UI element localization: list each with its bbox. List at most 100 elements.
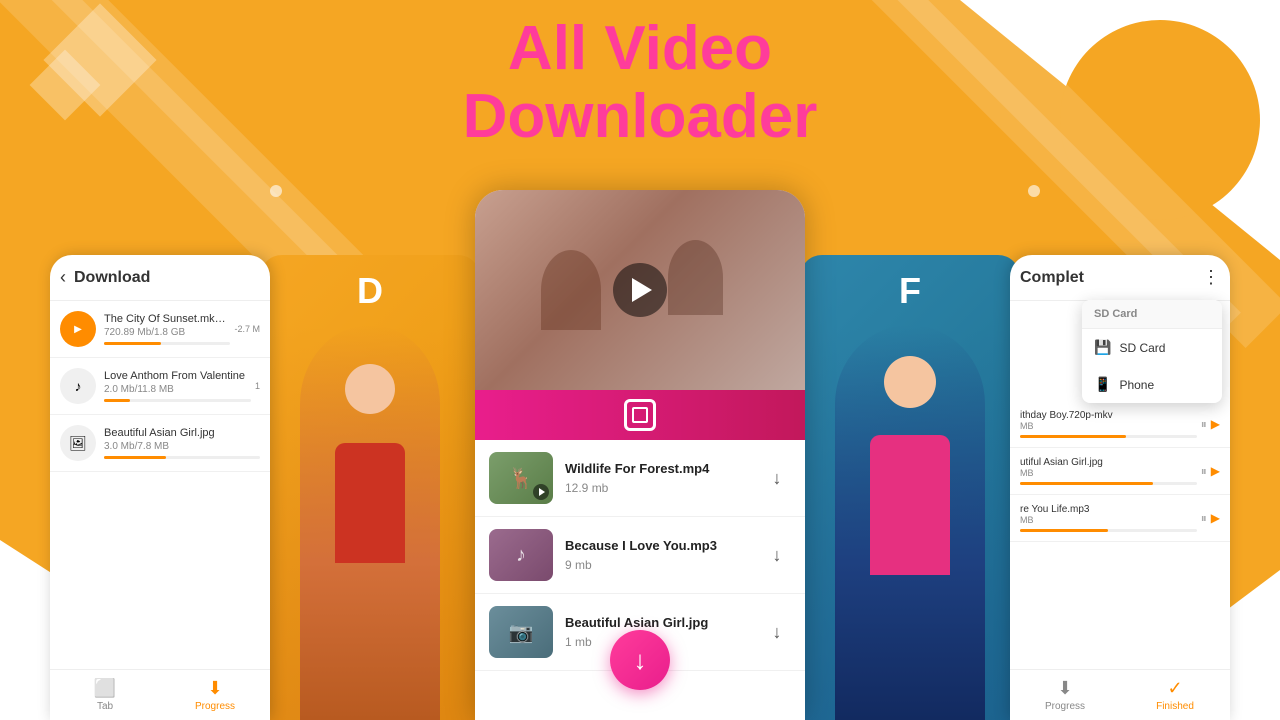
pink-url-bar[interactable] xyxy=(475,390,805,440)
nav-tab-label: Tab xyxy=(97,701,113,712)
phone-icon: 📱 xyxy=(1094,376,1111,393)
back-button[interactable]: ‹ xyxy=(60,267,66,288)
item-1-speed: -2.7 M xyxy=(234,324,260,334)
center-item-2-download[interactable]: ↓ xyxy=(763,541,791,569)
play-btn-1[interactable]: ▶ xyxy=(1211,417,1220,432)
play-btn-3[interactable]: ▶ xyxy=(1211,511,1220,526)
panel-letter-d: D xyxy=(260,255,480,720)
item-3-info: Beautiful Asian Girl.jpg 3.0 Mb/7.8 MB xyxy=(104,427,260,459)
play-triangle-icon xyxy=(632,278,652,302)
item-2-name: Love Anthom From Valentine xyxy=(104,370,251,382)
item-2-speed: 1 xyxy=(255,381,260,391)
sd-card-option[interactable]: 💾 SD Card xyxy=(1082,329,1222,366)
right-item-2-info: utiful Asian Girl.jpg MB xyxy=(1020,457,1197,485)
item-1-info: The City Of Sunset.mkv-1080p 720.89 Mb/1… xyxy=(104,313,230,345)
center-item-1[interactable]: 🦌 Wildlife For Forest.mp4 12.9 mb ↓ xyxy=(475,440,805,517)
right-item-2-name: utiful Asian Girl.jpg xyxy=(1020,457,1197,468)
right-bottom-nav: ⬇ Progress ✓ Finished xyxy=(1010,669,1230,720)
right-finished-label: Finished xyxy=(1156,701,1194,712)
floating-download-button[interactable]: ↓ xyxy=(610,630,670,690)
video-play-icon: ▶ xyxy=(60,311,96,347)
center-thumb-3: 📷 xyxy=(489,606,553,658)
small-play-icon xyxy=(533,484,549,500)
pause-btn-2[interactable]: ⏸ xyxy=(1201,464,1207,479)
right-item-2-progress-bg xyxy=(1020,482,1197,485)
item-1-progress-bg xyxy=(104,342,230,345)
right-item-1-progress-fill xyxy=(1020,435,1126,438)
phone-left-download: ‹ Download ▶ The City Of Sunset.mkv-1080… xyxy=(50,255,270,720)
nav-progress[interactable]: ⬇ Progress xyxy=(160,670,270,720)
video-thumb-icon: 🦌 xyxy=(509,466,534,491)
item-2-info: Love Anthom From Valentine 2.0 Mb/11.8 M… xyxy=(104,370,251,402)
download-header: ‹ Download xyxy=(50,255,270,301)
right-item-1-progress-bg xyxy=(1020,435,1197,438)
right-item-1[interactable]: ithday Boy.720p-mkv MB ⏸ ▶ xyxy=(1010,401,1230,448)
play-btn-2[interactable]: ▶ xyxy=(1211,464,1220,479)
item-2-progress-bg xyxy=(104,399,251,402)
right-nav-progress[interactable]: ⬇ Progress xyxy=(1010,670,1120,720)
completed-title: Complet xyxy=(1020,269,1202,287)
right-item-3-info: re You Life.mp3 MB xyxy=(1020,504,1197,532)
item-1-name: The City Of Sunset.mkv-1080p xyxy=(104,313,230,325)
right-progress-label: Progress xyxy=(1045,701,1085,712)
center-thumb-1: 🦌 xyxy=(489,452,553,504)
download-title: Download xyxy=(74,269,260,287)
center-item-2-size: 9 mb xyxy=(565,558,763,572)
center-item-1-info: Wildlife For Forest.mp4 12.9 mb xyxy=(565,461,763,495)
right-item-3-progress-fill xyxy=(1020,529,1108,532)
right-item-2-progress-fill xyxy=(1020,482,1153,485)
menu-dots-button[interactable]: ⋮ xyxy=(1202,267,1220,288)
item-1-size: 720.89 Mb/1.8 GB xyxy=(104,327,230,338)
right-item-1-info: ithday Boy.720p-mkv MB xyxy=(1020,410,1197,438)
center-item-1-size: 12.9 mb xyxy=(565,481,763,495)
download-item-2[interactable]: ♪ Love Anthom From Valentine 2.0 Mb/11.8… xyxy=(50,358,270,415)
right-nav-finished[interactable]: ✓ Finished xyxy=(1120,670,1230,720)
download-item-3[interactable]: 🖼 Beautiful Asian Girl.jpg 3.0 Mb/7.8 MB xyxy=(50,415,270,472)
item-2-size: 2.0 Mb/11.8 MB xyxy=(104,384,251,395)
right-item-3[interactable]: re You Life.mp3 MB ⏸ ▶ xyxy=(1010,495,1230,542)
item-3-progress-fill xyxy=(104,456,166,459)
right-item-3-name: re You Life.mp3 xyxy=(1020,504,1197,515)
nav-progress-label: Progress xyxy=(195,701,235,712)
pause-btn-3[interactable]: ⏸ xyxy=(1201,511,1207,526)
sd-card-dropdown: SD Card 💾 SD Card 📱 Phone xyxy=(1082,300,1222,403)
item-1-progress-fill xyxy=(104,342,161,345)
url-icon-inner xyxy=(632,407,648,423)
nav-tab[interactable]: ⬜ Tab xyxy=(50,670,160,720)
video-placeholder xyxy=(475,190,805,390)
progress-icon: ⬇ xyxy=(207,678,222,699)
right-item-1-controls: ⏸ ▶ xyxy=(1201,417,1220,432)
panel-letter-f: F xyxy=(800,255,1020,720)
sd-dropdown-header: SD Card xyxy=(1082,300,1222,329)
phone-option[interactable]: 📱 Phone xyxy=(1082,366,1222,403)
center-item-2[interactable]: ♪ Because I Love You.mp3 9 mb ↓ xyxy=(475,517,805,594)
left-bottom-nav: ⬜ Tab ⬇ Progress xyxy=(50,669,270,720)
title-line2: Downloader xyxy=(0,83,1280,151)
sd-card-label: SD Card xyxy=(1119,341,1165,355)
right-item-3-progress-bg xyxy=(1020,529,1197,532)
right-item-3-controls: ⏸ ▶ xyxy=(1201,511,1220,526)
center-item-2-info: Because I Love You.mp3 9 mb xyxy=(565,538,763,572)
play-button[interactable] xyxy=(613,263,667,317)
right-progress-icon: ⬇ xyxy=(1057,678,1072,699)
url-bar-icon xyxy=(624,399,656,431)
center-item-3-download[interactable]: ↓ xyxy=(763,618,791,646)
right-item-1-size: MB xyxy=(1020,421,1197,431)
item-3-progress-bg xyxy=(104,456,260,459)
download-item-1[interactable]: ▶ The City Of Sunset.mkv-1080p 720.89 Mb… xyxy=(50,301,270,358)
finished-icon: ✓ xyxy=(1167,678,1182,699)
item-3-name: Beautiful Asian Girl.jpg xyxy=(104,427,260,439)
item-2-progress-fill xyxy=(104,399,130,402)
pause-btn-1[interactable]: ⏸ xyxy=(1201,417,1207,432)
phone-right-completed: Complet ⋮ SD Card 💾 SD Card 📱 Phone ithd… xyxy=(1010,255,1230,720)
right-item-2[interactable]: utiful Asian Girl.jpg MB ⏸ ▶ xyxy=(1010,448,1230,495)
music-thumb-icon: ♪ xyxy=(516,544,526,567)
center-item-1-download[interactable]: ↓ xyxy=(763,464,791,492)
completed-header: Complet ⋮ xyxy=(1010,255,1230,301)
center-item-1-name: Wildlife For Forest.mp4 xyxy=(565,461,763,478)
letter-d: D xyxy=(357,270,383,312)
screens-container: ‹ Download ▶ The City Of Sunset.mkv-1080… xyxy=(0,190,1280,720)
photo-thumb-icon: 📷 xyxy=(509,620,534,645)
center-item-3-name: Beautiful Asian Girl.jpg xyxy=(565,615,763,632)
music-icon: ♪ xyxy=(60,368,96,404)
